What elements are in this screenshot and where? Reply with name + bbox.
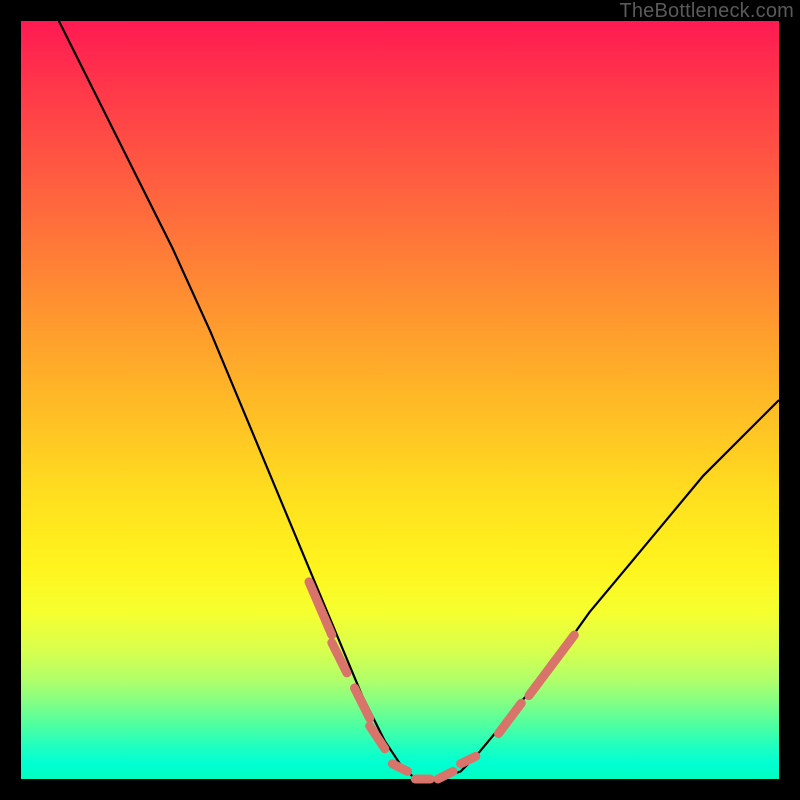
highlight-dash bbox=[529, 665, 552, 695]
highlight-dash bbox=[499, 703, 522, 733]
highlight-dash bbox=[355, 688, 370, 718]
plot-area bbox=[21, 21, 779, 779]
chart-frame: TheBottleneck.com bbox=[0, 0, 800, 800]
highlight-dash bbox=[392, 764, 407, 772]
highlight-dash bbox=[370, 726, 385, 749]
watermark-text: TheBottleneck.com bbox=[619, 0, 794, 23]
highlight-dash bbox=[438, 771, 453, 779]
highlight-dash bbox=[332, 643, 347, 673]
chart-svg bbox=[21, 21, 779, 779]
bottleneck-curve bbox=[59, 21, 779, 779]
highlight-dash bbox=[552, 635, 575, 665]
highlight-dashes bbox=[309, 582, 574, 779]
highlight-dash bbox=[461, 756, 476, 764]
highlight-dash bbox=[309, 582, 332, 635]
